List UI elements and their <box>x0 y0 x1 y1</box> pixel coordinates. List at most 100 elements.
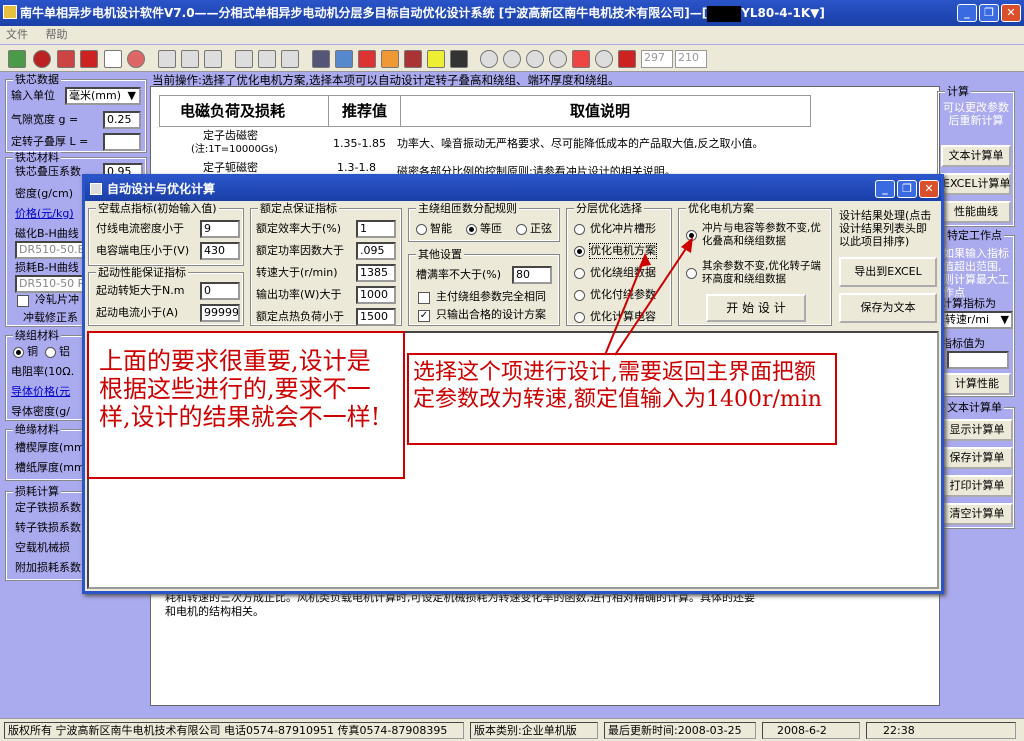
move-icon[interactable] <box>572 50 590 68</box>
close-button[interactable]: ✕ <box>1001 4 1021 22</box>
graph-icon[interactable] <box>450 50 468 68</box>
save-text-button[interactable]: 保存为文本 <box>839 293 937 323</box>
stator-loss-label: 定子铁损系数 <box>15 501 81 514</box>
gap-label: 气隙宽度 g = <box>11 113 79 126</box>
calculator-icon[interactable] <box>312 50 330 68</box>
loss-calc-title: 损耗计算 <box>13 485 61 498</box>
print-icon[interactable] <box>335 50 353 68</box>
angle-icon[interactable] <box>258 50 276 68</box>
search-icon[interactable] <box>181 50 199 68</box>
heat-load-input[interactable]: 1500 <box>356 308 396 326</box>
window-title: 南牛单相异步电机设计软件V7.0——分相式单相异步电动机分层多目标自动优化设计系… <box>20 6 708 20</box>
export-excel-button[interactable]: 导出到EXCEL <box>839 257 937 287</box>
flux-input[interactable]: 9 <box>200 220 240 238</box>
core-material-title: 铁芯材料 <box>13 151 61 164</box>
calc-group: 计算 可以更改参数后重新计算 文本计算单 EXCEL计算单 性能曲线 <box>937 86 1015 227</box>
menu-help[interactable]: 帮助 <box>46 28 68 41</box>
density-label: 密度(g/cm) <box>15 187 74 200</box>
speed-input[interactable]: 1385 <box>356 264 396 282</box>
zoom-fit-icon[interactable] <box>526 50 544 68</box>
same-winding-checkbox[interactable] <box>418 292 430 304</box>
zoom-out-icon[interactable] <box>503 50 521 68</box>
price-link[interactable]: 价格(元/kg) <box>15 207 74 221</box>
punch-correction-label: 冲载修正系 <box>23 311 78 324</box>
page-width-field[interactable]: 297 <box>641 50 673 68</box>
unit-select[interactable]: 毫米(mm) ▼ <box>65 87 141 105</box>
slot-fill-input[interactable]: 80 <box>512 266 552 284</box>
rule-sine-radio[interactable] <box>516 224 527 235</box>
status-copyright: 版权所有 宁波高新区南牛电机技术有限公司 电话0574-87910951 传真0… <box>4 722 464 739</box>
winding-rule-title: 主绕组匝数分配规则 <box>416 202 519 215</box>
rule-equal-radio[interactable] <box>466 224 477 235</box>
dialog-close-button[interactable]: ✕ <box>919 180 939 198</box>
app-icon <box>3 5 17 19</box>
corner-icon[interactable] <box>281 50 299 68</box>
efficiency-input[interactable]: 1 <box>356 220 396 238</box>
target-value-input[interactable] <box>947 351 1009 369</box>
bh-curve-select[interactable]: DR510-50.B <box>15 241 85 259</box>
link-icon[interactable] <box>404 50 422 68</box>
dialog-title: 自动设计与优化计算 <box>107 182 216 196</box>
zoom-all-icon[interactable] <box>595 50 613 68</box>
maximize-button[interactable]: ❐ <box>979 4 999 22</box>
text-calc-button[interactable]: 文本计算单 <box>941 145 1011 167</box>
pencil-icon[interactable] <box>427 50 445 68</box>
row1-sub: (注:1T=10000Gs) <box>191 144 278 155</box>
save-calc-button[interactable]: 保存计算单 <box>941 447 1013 469</box>
chevron-down-icon: ▼ <box>1000 313 1009 326</box>
dialog-maximize-button[interactable]: ❐ <box>897 180 917 198</box>
new-icon[interactable] <box>8 50 26 68</box>
wire-price-link[interactable]: 导体价格(元 <box>11 385 70 399</box>
dialog-minimize-button[interactable]: _ <box>875 180 895 198</box>
bar-icon[interactable] <box>381 50 399 68</box>
settings-icon[interactable] <box>57 50 75 68</box>
target-icon[interactable] <box>127 50 145 68</box>
only-qualified-checkbox[interactable]: ✓ <box>418 310 430 322</box>
cap-voltage-input[interactable]: 430 <box>200 242 240 260</box>
page-height-field[interactable]: 210 <box>675 50 707 68</box>
text-calc-group-title: 文本计算单 <box>945 401 1004 414</box>
aluminum-radio[interactable] <box>45 347 56 358</box>
output-power-input[interactable]: 1000 <box>356 286 396 304</box>
start-torque-input[interactable]: 0 <box>200 282 240 300</box>
calc-target-select[interactable]: 转速r/mi ▼ <box>941 311 1013 329</box>
cold-rolled-checkbox[interactable] <box>17 295 29 307</box>
wrench-icon[interactable] <box>235 50 253 68</box>
header-loss: 电磁负荷及损耗 <box>180 102 286 120</box>
row2-value: 1.3-1.8 <box>337 161 376 174</box>
clear-calc-button[interactable]: 清空计算单 <box>941 503 1013 525</box>
slot-icon[interactable] <box>204 50 222 68</box>
power-factor-input[interactable]: .095 <box>356 242 396 260</box>
performance-curve-button[interactable]: 性能曲线 <box>941 201 1011 223</box>
menu-bar: 文件 帮助 <box>0 26 1024 44</box>
show-calc-button[interactable]: 显示计算单 <box>941 419 1013 441</box>
zoom-window-icon[interactable] <box>549 50 567 68</box>
calc-group-title: 计算 <box>945 85 971 98</box>
start-current-input[interactable]: 99999 <box>200 304 240 322</box>
window-icon[interactable] <box>104 50 122 68</box>
print-calc-button[interactable]: 打印计算单 <box>941 475 1013 497</box>
gap-input[interactable]: 0.25 <box>103 111 141 129</box>
header-recommended: 推荐值 <box>342 102 388 120</box>
slot-paper-label: 槽纸厚度(mm <box>15 461 85 474</box>
minimize-button[interactable]: _ <box>957 4 977 22</box>
status-date: 2008-6-2 <box>762 722 860 739</box>
stop-icon[interactable] <box>33 50 51 68</box>
only-qualified-label: 只输出合格的设计方案 <box>436 308 546 321</box>
calc-performance-button[interactable]: 计算性能 <box>943 373 1011 395</box>
stack-input[interactable] <box>103 133 141 151</box>
layer1-radio[interactable] <box>574 224 585 235</box>
row1-value: 1.35-1.85 <box>333 137 386 150</box>
slot-wedge-label: 槽楔厚度(mm <box>15 441 85 454</box>
excel-calc-button[interactable]: EXCEL计算单 <box>941 173 1011 195</box>
copper-radio[interactable] <box>13 347 24 358</box>
red-pen-icon[interactable] <box>618 50 636 68</box>
rule-smart-radio[interactable] <box>416 224 427 235</box>
loss-curve-select[interactable]: DR510-50 P <box>15 275 85 293</box>
chart-icon[interactable] <box>358 50 376 68</box>
zoom-in-icon[interactable] <box>480 50 498 68</box>
menu-file[interactable]: 文件 <box>6 28 28 41</box>
motor-icon[interactable] <box>158 50 176 68</box>
flag-icon[interactable] <box>80 50 98 68</box>
toolbar: 297 210 <box>0 45 1024 72</box>
